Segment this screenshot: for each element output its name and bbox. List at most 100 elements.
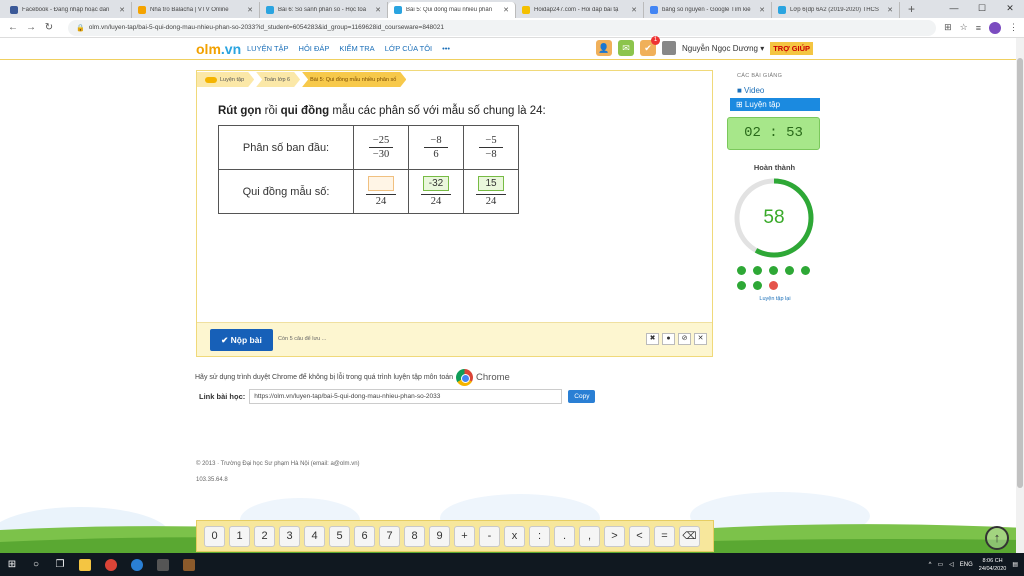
lessons-section-title: CÁC BÀI GIẢNG bbox=[737, 73, 783, 79]
retry-link[interactable]: Luyện tập lại bbox=[745, 296, 805, 302]
nav-more[interactable]: ••• bbox=[442, 44, 450, 53]
bookmark-star-icon[interactable]: ☆ bbox=[960, 22, 968, 33]
messenger-taskbar-icon[interactable] bbox=[124, 553, 150, 576]
tab-close-icon[interactable]: ✕ bbox=[375, 6, 381, 14]
tab-close-icon[interactable]: ✕ bbox=[887, 6, 893, 14]
help-button[interactable]: TRỢ GIÚP bbox=[770, 41, 814, 55]
url-input[interactable]: 🔒 olm.vn/luyen-tap/bai-5-qui-dong-mau-nh… bbox=[68, 19, 937, 36]
keypad-key[interactable]: 0 bbox=[204, 525, 225, 547]
nav-qa[interactable]: HỎI ĐÁP bbox=[299, 44, 330, 53]
original-fractions-label: Phân số ban đầu: bbox=[218, 125, 354, 170]
browser-tab[interactable]: Hoidap247.com - Hỏi đáp bài tậ ✕ bbox=[516, 2, 644, 18]
task-view-icon[interactable]: ❐ bbox=[48, 553, 72, 576]
breadcrumb-practice[interactable]: Luyện tập bbox=[197, 72, 254, 87]
submit-button[interactable]: ✔ Nộp bài bbox=[210, 329, 273, 351]
network-icon[interactable]: ▭ bbox=[937, 561, 943, 568]
answer-input-1[interactable] bbox=[368, 175, 394, 191]
keypad-key[interactable]: . bbox=[554, 525, 575, 547]
keypad-key[interactable]: > bbox=[604, 525, 625, 547]
chrome-taskbar-icon[interactable] bbox=[98, 553, 124, 576]
browser-tab[interactable]: Facebook - Đăng nhập hoặc đăn ✕ bbox=[4, 2, 132, 18]
messages-icon[interactable]: ✉ bbox=[618, 40, 634, 56]
browser-menu-icon[interactable]: ⋮ bbox=[1009, 22, 1018, 33]
scroll-to-top-button[interactable]: ↑ bbox=[985, 526, 1009, 550]
close-icon[interactable]: ✖ bbox=[646, 333, 659, 345]
forward-icon[interactable]: → bbox=[24, 22, 38, 33]
keypad-key[interactable]: 9 bbox=[429, 525, 450, 547]
taskbar-clock[interactable]: 8:06 CH 24/04/2020 bbox=[979, 557, 1007, 573]
tray-arrow-icon[interactable]: ^ bbox=[929, 562, 932, 568]
browser-tab[interactable]: Lớp 6(dp 6A2 (2019-2020) THCS ✕ bbox=[772, 2, 900, 18]
keypad-key[interactable]: 7 bbox=[379, 525, 400, 547]
sidebar-item-practice[interactable]: ⊞ Luyện tập bbox=[730, 98, 820, 111]
maximize-button[interactable]: ☐ bbox=[968, 0, 996, 16]
tab-close-icon[interactable]: ✕ bbox=[631, 6, 637, 14]
browser-tab[interactable]: bảng số nguyên - Google Tìm kiế ✕ bbox=[644, 2, 772, 18]
calculator-taskbar-icon[interactable] bbox=[150, 553, 176, 576]
new-tab-button[interactable]: + bbox=[900, 2, 923, 18]
back-icon[interactable]: ← bbox=[6, 22, 20, 33]
answer-input-2[interactable]: -32 bbox=[423, 175, 449, 191]
keypad-key[interactable]: < bbox=[629, 525, 650, 547]
user-menu[interactable]: Nguyễn Ngọc Dương ▾ bbox=[682, 44, 764, 53]
answer-input-3[interactable]: 15 bbox=[478, 175, 504, 191]
volume-icon[interactable]: ◁ bbox=[949, 561, 954, 568]
nav-my-class[interactable]: LỚP CỦA TÔI bbox=[385, 44, 432, 53]
keypad-key[interactable]: 1 bbox=[229, 525, 250, 547]
app-taskbar-icon[interactable] bbox=[176, 553, 202, 576]
profile-avatar[interactable] bbox=[989, 21, 1001, 34]
browser-tab[interactable]: Nhà tro Balacha | VTV Online ✕ bbox=[132, 2, 260, 18]
keypad-key[interactable]: + bbox=[454, 525, 475, 547]
info-icon[interactable]: ● bbox=[662, 333, 675, 345]
keypad-key[interactable]: 3 bbox=[279, 525, 300, 547]
tab-close-icon[interactable]: ✕ bbox=[247, 6, 253, 14]
sidebar-item-video[interactable]: ■ Video bbox=[737, 86, 764, 95]
keypad-key[interactable]: = bbox=[654, 525, 675, 547]
notifications-icon[interactable]: ✔ 1 bbox=[640, 36, 660, 56]
lesson-link-input[interactable]: https://olm.vn/luyen-tap/bai-5-qui-dong-… bbox=[249, 389, 563, 404]
breadcrumb-grade[interactable]: Toán lớp 6 bbox=[256, 72, 300, 87]
tab-close-icon[interactable]: ✕ bbox=[503, 6, 509, 14]
tab-close-icon[interactable]: ✕ bbox=[759, 6, 765, 14]
scrollbar-thumb[interactable] bbox=[1017, 58, 1023, 488]
keypad-key[interactable]: 6 bbox=[354, 525, 375, 547]
translate-icon[interactable]: ⊞ bbox=[944, 22, 952, 33]
keypad-key[interactable]: 4 bbox=[304, 525, 325, 547]
nav-practice[interactable]: LUYỆN TẬP bbox=[247, 44, 289, 53]
page-scrollbar[interactable] bbox=[1016, 38, 1024, 553]
keypad-key[interactable]: x bbox=[504, 525, 525, 547]
keypad-key[interactable]: ⌫ bbox=[679, 525, 700, 547]
browser-tab[interactable]: Bài 5: Qui đồng mẫu nhiều phân ✕ bbox=[388, 2, 516, 18]
language-indicator[interactable]: ENG bbox=[960, 562, 973, 568]
question-text: Rút gọn rồi qui đồng mẫu các phân số với… bbox=[218, 105, 546, 117]
card-footer: ✔ Nộp bài Còn 5 câu để lưu ... ✖ ● ⊘ ✕ bbox=[197, 322, 712, 356]
copy-button[interactable]: Copy bbox=[568, 390, 596, 403]
tab-close-icon[interactable]: ✕ bbox=[119, 6, 125, 14]
fullscreen-icon[interactable]: ✕ bbox=[694, 333, 707, 345]
reload-icon[interactable]: ↻ bbox=[42, 22, 56, 33]
keypad-key[interactable]: 8 bbox=[404, 525, 425, 547]
keypad-key[interactable]: , bbox=[579, 525, 600, 547]
notification-center-icon[interactable]: ▤ bbox=[1012, 561, 1018, 568]
add-friend-icon[interactable]: 👤 bbox=[596, 40, 612, 56]
keypad-key[interactable]: : bbox=[529, 525, 550, 547]
browser-tab[interactable]: Bài 6: So sánh phân số - Học toá ✕ bbox=[260, 2, 388, 18]
file-explorer-icon[interactable] bbox=[72, 553, 98, 576]
answer-dot bbox=[769, 266, 778, 275]
search-icon[interactable]: ○ bbox=[24, 553, 48, 576]
close-window-button[interactable]: ✕ bbox=[996, 0, 1024, 16]
block-icon[interactable]: ⊘ bbox=[678, 333, 691, 345]
keypad-key[interactable]: 2 bbox=[254, 525, 275, 547]
keypad-key[interactable]: 5 bbox=[329, 525, 350, 547]
fraction-cell: −8 6 bbox=[408, 125, 464, 170]
windows-start-icon[interactable]: ⊞ bbox=[0, 553, 24, 576]
keypad-key[interactable]: - bbox=[479, 525, 500, 547]
tab-favicon-icon bbox=[778, 6, 786, 14]
site-logo[interactable]: olm.vn bbox=[196, 41, 241, 57]
minimize-button[interactable]: — bbox=[940, 0, 968, 16]
extensions-icon[interactable]: ≡ bbox=[976, 23, 981, 33]
avatar[interactable] bbox=[662, 41, 676, 55]
tab-title: Facebook - Đăng nhập hoặc đăn bbox=[22, 7, 110, 13]
exercise-card: Luyện tập Toán lớp 6 Bài 5: Qui đồng mẫu… bbox=[196, 70, 713, 357]
nav-exam[interactable]: KIỂM TRA bbox=[339, 44, 374, 53]
